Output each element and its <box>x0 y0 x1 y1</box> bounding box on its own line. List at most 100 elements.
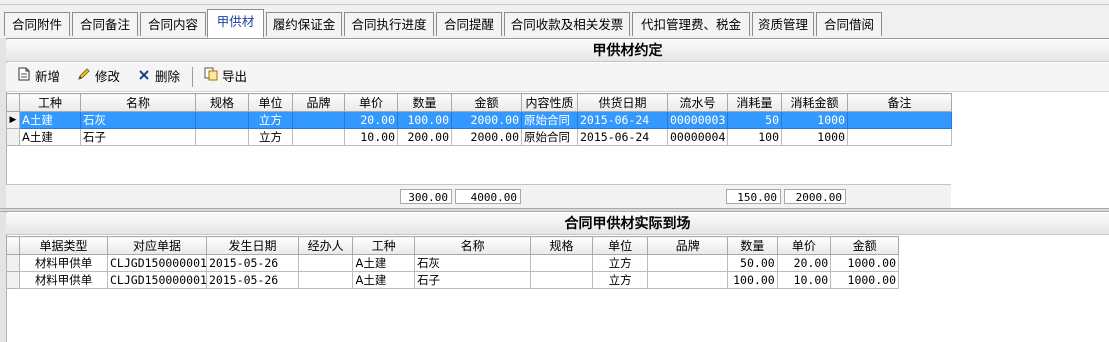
cell-nature[interactable]: 原始合同 <box>521 111 578 129</box>
cell-brand[interactable] <box>647 271 729 289</box>
cell-price[interactable]: 10.00 <box>776 271 832 289</box>
cell-consumed[interactable]: 100 <box>727 128 782 146</box>
table-row[interactable]: ▶ A土建 石灰 立方 20.00 100.00 2000.00 原始合同 20… <box>6 111 952 129</box>
cell-unit[interactable]: 立方 <box>248 128 293 146</box>
cell-spec[interactable] <box>530 254 593 272</box>
cell-nature[interactable]: 原始合同 <box>521 128 578 146</box>
cell-name[interactable]: 石子 <box>80 128 196 146</box>
cell-handler[interactable] <box>297 254 354 272</box>
cell-trade[interactable]: A土建 <box>352 271 416 289</box>
cell-serial[interactable]: 00000004 <box>667 128 728 146</box>
cell-brand[interactable] <box>647 254 729 272</box>
export-button[interactable]: 导出 <box>203 67 247 87</box>
tab-owner-supplied-materials[interactable]: 甲供材 <box>207 9 264 38</box>
cell-price[interactable]: 10.00 <box>344 128 398 146</box>
tab-performance-bond[interactable]: 履约保证金 <box>266 12 342 36</box>
delete-button[interactable]: 删除 <box>136 67 180 87</box>
column-header[interactable]: 品牌 <box>647 236 729 255</box>
column-header[interactable]: 备注 <box>847 93 952 112</box>
cell-qty[interactable]: 50.00 <box>727 254 778 272</box>
column-header[interactable]: 金额 <box>830 236 899 255</box>
cell-handler[interactable] <box>297 271 354 289</box>
column-header[interactable]: 供货日期 <box>577 93 668 112</box>
column-header[interactable]: 金额 <box>451 93 522 112</box>
column-header[interactable]: 规格 <box>530 236 593 255</box>
cell-serial[interactable]: 00000003 <box>667 111 728 129</box>
column-header[interactable]: 单价 <box>344 93 398 112</box>
tab-contract-reminders[interactable]: 合同提醒 <box>436 12 502 36</box>
cell-amount[interactable]: 1000.00 <box>830 254 899 272</box>
cell-doc-no[interactable]: CLJGD150000001 <box>107 254 207 272</box>
column-header[interactable]: 数量 <box>727 236 778 255</box>
tab-qualification-management[interactable]: 资质管理 <box>752 12 814 36</box>
tab-execution-progress[interactable]: 合同执行进度 <box>344 12 434 36</box>
cell-qty[interactable]: 100.00 <box>727 271 778 289</box>
panel-splitter[interactable] <box>0 208 1109 212</box>
cell-name[interactable]: 石灰 <box>80 111 196 129</box>
cell-price[interactable]: 20.00 <box>776 254 832 272</box>
total-amount: 4000.00 <box>455 189 521 204</box>
column-header[interactable]: 规格 <box>195 93 249 112</box>
tab-receipts-invoices[interactable]: 合同收款及相关发票 <box>504 12 630 36</box>
column-header[interactable]: 消耗金额 <box>781 93 848 112</box>
cell-trade[interactable]: A土建 <box>19 111 81 129</box>
column-header[interactable]: 发生日期 <box>205 236 299 255</box>
cell-brand[interactable] <box>292 128 345 146</box>
cell-spec[interactable] <box>530 271 593 289</box>
cell-doc-type[interactable]: 材料甲供单 <box>19 271 108 289</box>
cell-doc-no[interactable]: CLJGD150000001 <box>107 271 207 289</box>
column-header[interactable]: 经办人 <box>297 236 354 255</box>
cell-date[interactable]: 2015-05-26 <box>205 271 299 289</box>
cell-amount[interactable]: 1000.00 <box>830 271 899 289</box>
cell-doc-type[interactable]: 材料甲供单 <box>19 254 108 272</box>
cell-unit[interactable]: 立方 <box>591 254 649 272</box>
cell-consumed-amount[interactable]: 1000 <box>781 128 848 146</box>
cell-amount[interactable]: 2000.00 <box>451 128 522 146</box>
edit-button[interactable]: 修改 <box>76 67 120 87</box>
cell-brand[interactable] <box>292 111 345 129</box>
column-header[interactable]: 流水号 <box>667 93 728 112</box>
cell-note[interactable] <box>847 111 952 129</box>
cell-consumed-amount[interactable]: 1000 <box>781 111 848 129</box>
table-row[interactable]: 材料甲供单 CLJGD150000001 2015-05-26 A土建 石子 立… <box>5 271 899 289</box>
cell-date[interactable]: 2015-06-24 <box>577 111 668 129</box>
column-header[interactable]: 对应单据 <box>107 236 207 255</box>
table-row[interactable]: 材料甲供单 CLJGD150000001 2015-05-26 A土建 石灰 立… <box>5 254 899 272</box>
column-header[interactable]: 数量 <box>397 93 452 112</box>
column-header[interactable]: 单价 <box>776 236 832 255</box>
cell-qty[interactable]: 200.00 <box>397 128 452 146</box>
cell-amount[interactable]: 2000.00 <box>451 111 522 129</box>
cell-spec[interactable] <box>195 111 249 129</box>
cell-price[interactable]: 20.00 <box>344 111 398 129</box>
column-header[interactable]: 工种 <box>352 236 416 255</box>
column-header[interactable]: 内容性质 <box>521 93 578 112</box>
cell-unit[interactable]: 立方 <box>591 271 649 289</box>
cell-unit[interactable]: 立方 <box>248 111 293 129</box>
tab-contract-notes[interactable]: 合同备注 <box>72 12 138 36</box>
export-icon <box>203 67 219 87</box>
column-header[interactable]: 工种 <box>19 93 81 112</box>
column-header[interactable]: 消耗量 <box>727 93 782 112</box>
cell-name[interactable]: 石灰 <box>414 254 532 272</box>
tab-withholding-fees-taxes[interactable]: 代扣管理费、税金 <box>632 12 750 36</box>
column-header[interactable]: 名称 <box>414 236 532 255</box>
tab-contract-borrowing[interactable]: 合同借阅 <box>816 12 882 36</box>
cell-date[interactable]: 2015-06-24 <box>577 128 668 146</box>
cell-trade[interactable]: A土建 <box>19 128 81 146</box>
column-header[interactable]: 名称 <box>80 93 196 112</box>
add-button[interactable]: 新增 <box>16 67 60 87</box>
cell-qty[interactable]: 100.00 <box>397 111 452 129</box>
column-header[interactable]: 品牌 <box>292 93 345 112</box>
cell-spec[interactable] <box>195 128 249 146</box>
cell-consumed[interactable]: 50 <box>727 111 782 129</box>
cell-date[interactable]: 2015-05-26 <box>205 254 299 272</box>
cell-note[interactable] <box>847 128 952 146</box>
table-row[interactable]: A土建 石子 立方 10.00 200.00 2000.00 原始合同 2015… <box>6 128 952 146</box>
column-header[interactable]: 单位 <box>248 93 293 112</box>
tab-contract-content[interactable]: 合同内容 <box>140 12 206 36</box>
cell-name[interactable]: 石子 <box>414 271 532 289</box>
tab-contract-attachments[interactable]: 合同附件 <box>4 12 70 36</box>
column-header[interactable]: 单据类型 <box>19 236 108 255</box>
cell-trade[interactable]: A土建 <box>352 254 416 272</box>
column-header[interactable]: 单位 <box>591 236 649 255</box>
